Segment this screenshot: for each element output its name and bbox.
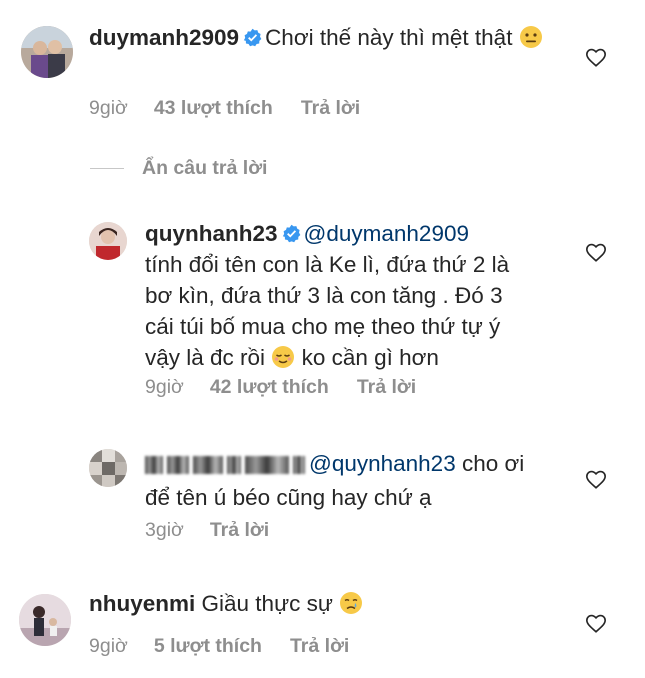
comment-time[interactable]: 9giờ [89, 97, 128, 119]
comment-username[interactable]: duymanh2909 [89, 25, 239, 50]
heart-outline-icon[interactable] [585, 613, 607, 635]
neutral-face-icon [519, 26, 542, 48]
reply-button[interactable]: Trả lời [210, 519, 269, 541]
hide-replies-label: Ẩn câu trả lời [142, 157, 268, 179]
comment-meta: 9giờ 43 lượt thích Trả lời [89, 97, 360, 120]
avatar[interactable] [89, 222, 127, 260]
comment-likes[interactable]: 42 lượt thích [210, 376, 329, 398]
reply-button[interactable]: Trả lời [301, 97, 360, 119]
hide-replies-toggle[interactable]: Ẩn câu trả lời [90, 157, 267, 180]
comment-text: Giầu thực sự [201, 591, 333, 616]
mention-link[interactable]: @duymanh2909 [304, 221, 469, 246]
comment-username[interactable]: quynhanh23 [145, 221, 278, 246]
comment-body: @quynhanh23 cho ơi để tên ú béo cũng hay… [145, 448, 575, 513]
verified-badge-icon [282, 224, 300, 243]
avatar[interactable] [89, 449, 127, 487]
reply-button[interactable]: Trả lời [357, 376, 416, 398]
heart-outline-icon[interactable] [585, 469, 607, 491]
comment-text: Chơi thế này thì mệt thật [265, 25, 513, 50]
comment-text-line: cái túi bố mua cho mẹ theo thứ tự ý [145, 314, 501, 339]
avatar[interactable] [19, 594, 71, 646]
comment-meta: 9giờ 5 lượt thích Trả lời [89, 635, 349, 658]
comment-time[interactable]: 9giờ [145, 376, 184, 398]
comment-text-line: ko cần gì hơn [301, 345, 439, 370]
comment-text-line: cho ơi [461, 451, 525, 476]
comment-text-line: tính đổi tên con là Ke lì, đứa thứ 2 là [145, 252, 510, 277]
heart-outline-icon[interactable] [585, 47, 607, 69]
comment-body: duymanh2909 Chơi thế này thì mệt thật [89, 22, 559, 53]
comment-body: quynhanh23 @duymanh2909 tính đổi tên con … [145, 218, 575, 373]
comment-meta: 9giờ 42 lượt thích Trả lời [145, 376, 416, 399]
comment-likes[interactable]: 5 lượt thích [154, 635, 262, 657]
reply-button[interactable]: Trả lời [290, 635, 349, 657]
comment-text-line: để tên ú béo cũng hay chứ ạ [145, 485, 432, 510]
mention-link[interactable]: @quynhanh23 [309, 451, 456, 476]
comment-meta: 3giờ Trả lời [145, 519, 269, 542]
comment-body: nhuyenmi Giầu thực sự [89, 588, 559, 619]
verified-badge-icon [243, 28, 262, 47]
comment-username[interactable]: nhuyenmi [89, 591, 195, 616]
crying-face-icon [340, 592, 363, 614]
comment-likes[interactable]: 43 lượt thích [154, 97, 273, 119]
comment-time[interactable]: 9giờ [89, 635, 128, 657]
avatar[interactable] [21, 26, 73, 78]
heart-outline-icon[interactable] [585, 242, 607, 264]
comment-time[interactable]: 3giờ [145, 519, 184, 541]
comment-text-line: bơ kìn, đứa thứ 3 là con tăng . Đó 3 [145, 283, 503, 308]
relieved-face-icon [272, 346, 295, 368]
blurred-username[interactable] [145, 451, 309, 482]
comment-text-line: vậy là đc rồi [145, 345, 266, 370]
comments-thread: duymanh2909 Chơi thế này thì mệt thật 9gi… [0, 0, 645, 678]
divider-line [90, 168, 124, 170]
